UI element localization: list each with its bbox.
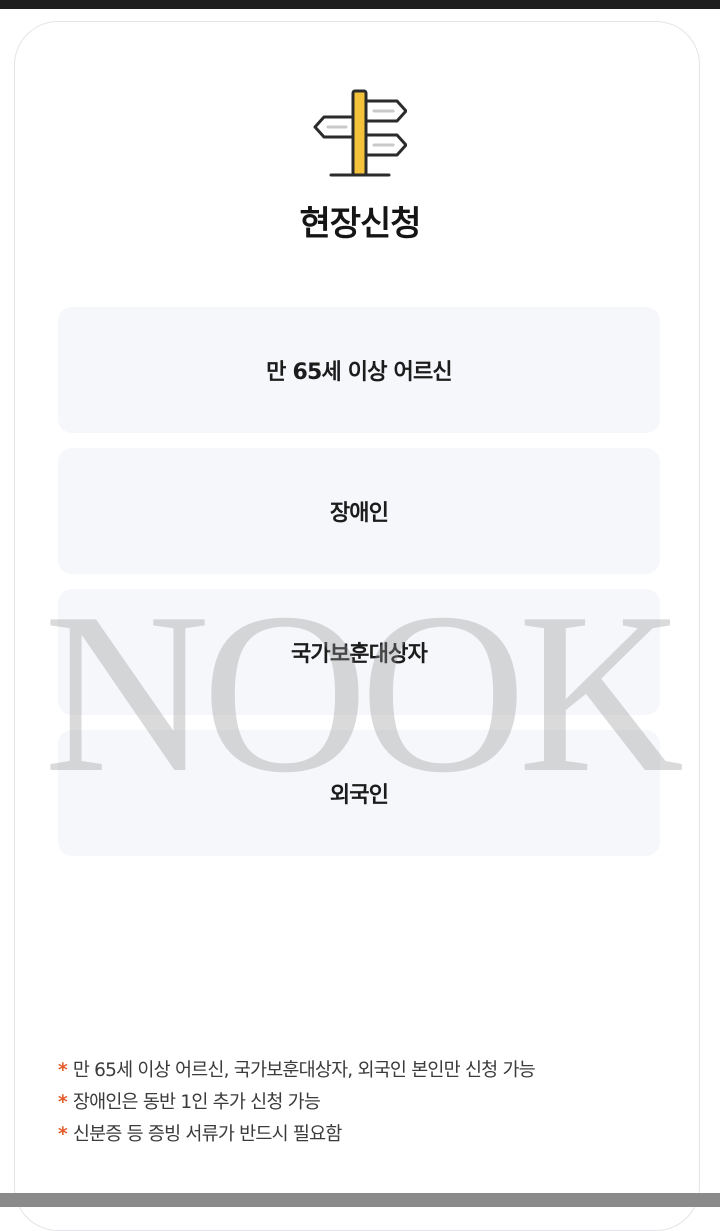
notice-text: 장애인은 동반 1인 추가 신청 가능 [72, 1092, 321, 1113]
bottom-bar [0, 1193, 720, 1207]
option-foreigner-button[interactable]: 외국인 [58, 730, 660, 856]
notice-item: * 만 65세 이상 어르신, 국가보훈대상자, 외국인 본인만 신청 가능 [58, 1055, 698, 1087]
page-title: 현장신청 [299, 204, 421, 244]
notice-list: * 만 65세 이상 어르신, 국가보훈대상자, 외국인 본인만 신청 가능 * 장… [58, 1055, 698, 1151]
asterisk-icon: * [58, 1060, 68, 1081]
top-status-bar [0, 0, 720, 9]
notice-item: * 장애인은 동반 1인 추가 신청 가능 [58, 1087, 698, 1119]
option-senior-button[interactable]: 만 65세 이상 어르신 [58, 307, 660, 433]
notice-item: * 신분증 등 증빙 서류가 반드시 필요함 [58, 1119, 698, 1151]
asterisk-icon: * [58, 1124, 68, 1145]
notice-text: 신분증 등 증빙 서류가 반드시 필요함 [72, 1124, 343, 1145]
asterisk-icon: * [58, 1092, 68, 1113]
notice-text: 만 65세 이상 어르신, 국가보훈대상자, 외국인 본인만 신청 가능 [72, 1060, 536, 1081]
option-veteran-button[interactable]: 국가보훈대상자 [58, 589, 660, 715]
signpost-icon [313, 89, 407, 177]
option-disabled-button[interactable]: 장애인 [58, 448, 660, 574]
